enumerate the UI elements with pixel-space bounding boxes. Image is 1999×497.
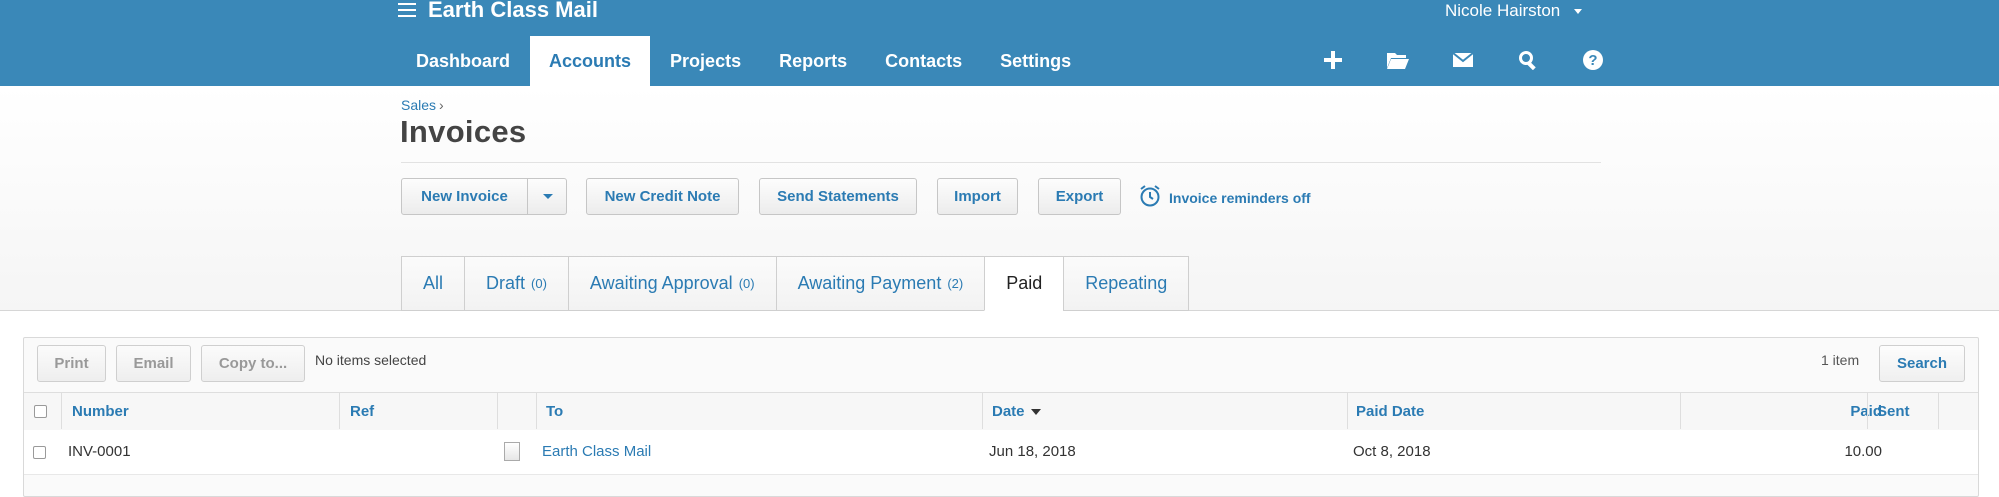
search-button[interactable]: Search xyxy=(1879,345,1965,382)
tab-all[interactable]: All xyxy=(401,256,465,311)
column-divider xyxy=(61,392,62,429)
chevron-down-icon xyxy=(542,194,553,199)
send-statements-button[interactable]: Send Statements xyxy=(759,178,917,215)
column-divider xyxy=(536,392,537,429)
menu-icon xyxy=(398,2,416,18)
help-icon[interactable]: ? xyxy=(1560,43,1625,77)
tab-label: Awaiting Approval xyxy=(589,273,733,293)
tab-draft[interactable]: Draft (0) xyxy=(464,256,568,311)
header-tools: ? xyxy=(1300,43,1625,77)
new-invoice-button[interactable]: New Invoice xyxy=(402,188,527,205)
column-divider xyxy=(1680,392,1681,429)
column-divider xyxy=(1938,392,1939,429)
tab-label: Awaiting Payment xyxy=(797,273,942,293)
cell-number: INV-0001 xyxy=(68,443,131,460)
breadcrumb-separator: › xyxy=(439,97,444,113)
col-date-label: Date xyxy=(992,403,1025,420)
tab-label: Draft xyxy=(486,273,526,293)
tab-count: (0) xyxy=(738,276,755,291)
tab-count: (2) xyxy=(947,276,964,291)
column-divider xyxy=(1867,392,1868,429)
tab-label: All xyxy=(423,273,444,293)
tab-label: Repeating xyxy=(1085,273,1168,293)
search-icon[interactable] xyxy=(1495,43,1560,77)
import-button[interactable]: Import xyxy=(937,178,1018,215)
print-button[interactable]: Print xyxy=(37,345,106,382)
copy-to-button[interactable]: Copy to... xyxy=(201,345,305,382)
nav-reports[interactable]: Reports xyxy=(761,36,865,86)
col-ref[interactable]: Ref xyxy=(350,393,374,430)
tab-label: Paid xyxy=(1006,273,1043,293)
select-all-checkbox[interactable] xyxy=(34,405,47,418)
page-title: Invoices xyxy=(400,114,527,149)
col-paid[interactable]: Paid xyxy=(1824,393,1882,430)
new-invoice-dropdown[interactable] xyxy=(528,179,567,214)
column-divider xyxy=(982,392,983,429)
column-divider xyxy=(339,392,340,429)
column-divider xyxy=(1347,392,1348,429)
tab-count: (0) xyxy=(531,276,547,291)
nav-accounts[interactable]: Accounts xyxy=(530,36,651,86)
svg-text:?: ? xyxy=(1588,52,1597,69)
tab-repeating[interactable]: Repeating xyxy=(1063,256,1190,311)
folder-icon[interactable] xyxy=(1365,43,1430,77)
cell-date: Jun 18, 2018 xyxy=(989,443,1076,460)
col-number[interactable]: Number xyxy=(72,393,129,430)
cell-paid: 10.00 xyxy=(1844,443,1882,460)
invoice-reminders-label: Invoice reminders off xyxy=(1169,189,1311,206)
new-invoice-split-button: New Invoice xyxy=(401,178,567,215)
export-button[interactable]: Export xyxy=(1038,178,1121,215)
nav-dashboard[interactable]: Dashboard xyxy=(398,36,528,86)
tab-paid[interactable]: Paid xyxy=(984,256,1064,311)
email-button[interactable]: Email xyxy=(116,345,191,382)
nav-contacts[interactable]: Contacts xyxy=(867,36,980,86)
divider xyxy=(401,162,1601,163)
user-menu[interactable]: Nicole Hairston xyxy=(1445,1,1583,21)
tab-awaiting-payment[interactable]: Awaiting Payment (2) xyxy=(775,256,985,311)
user-name: Nicole Hairston xyxy=(1445,1,1561,20)
breadcrumb: Sales › xyxy=(401,97,444,113)
selection-status: No items selected xyxy=(315,352,427,368)
chevron-down-icon xyxy=(1574,8,1583,14)
item-count: 1 item xyxy=(1821,352,1860,368)
status-tabs: All Draft (0) Awaiting Approval (0) Awaiti… xyxy=(401,256,1190,311)
cell-to-link[interactable]: Earth Class Mail xyxy=(542,430,651,474)
plus-icon[interactable] xyxy=(1300,43,1365,77)
top-header: Earth Class Mail Nicole Hairston Dashboa… xyxy=(0,0,1999,86)
tab-awaiting-approval[interactable]: Awaiting Approval (0) xyxy=(567,256,776,311)
table-header: Number Ref To Date Paid Date Paid Sent xyxy=(24,392,1978,431)
col-sent[interactable]: Sent xyxy=(1877,393,1910,430)
row-checkbox[interactable] xyxy=(33,446,46,459)
document-icon xyxy=(504,442,520,461)
org-switcher[interactable]: Earth Class Mail xyxy=(398,0,598,23)
org-name: Earth Class Mail xyxy=(428,0,598,22)
alarm-clock-icon xyxy=(1138,184,1162,211)
column-divider xyxy=(497,392,498,429)
mail-icon[interactable] xyxy=(1430,43,1495,77)
nav-projects[interactable]: Projects xyxy=(652,36,759,86)
table-row[interactable]: INV-0001 Earth Class Mail Jun 18, 2018 O… xyxy=(24,430,1978,475)
invoice-reminders-link[interactable]: Invoice reminders off xyxy=(1138,184,1311,211)
cell-paid-date: Oct 8, 2018 xyxy=(1353,443,1431,460)
col-paid-date[interactable]: Paid Date xyxy=(1356,393,1424,430)
new-credit-note-button[interactable]: New Credit Note xyxy=(586,178,739,215)
main-nav: Dashboard Accounts Projects Reports Cont… xyxy=(398,36,1089,86)
sort-descending-icon xyxy=(1030,409,1041,416)
col-date[interactable]: Date xyxy=(992,393,1041,430)
col-to[interactable]: To xyxy=(546,393,563,430)
breadcrumb-sales[interactable]: Sales xyxy=(401,97,436,113)
nav-settings[interactable]: Settings xyxy=(982,36,1089,86)
